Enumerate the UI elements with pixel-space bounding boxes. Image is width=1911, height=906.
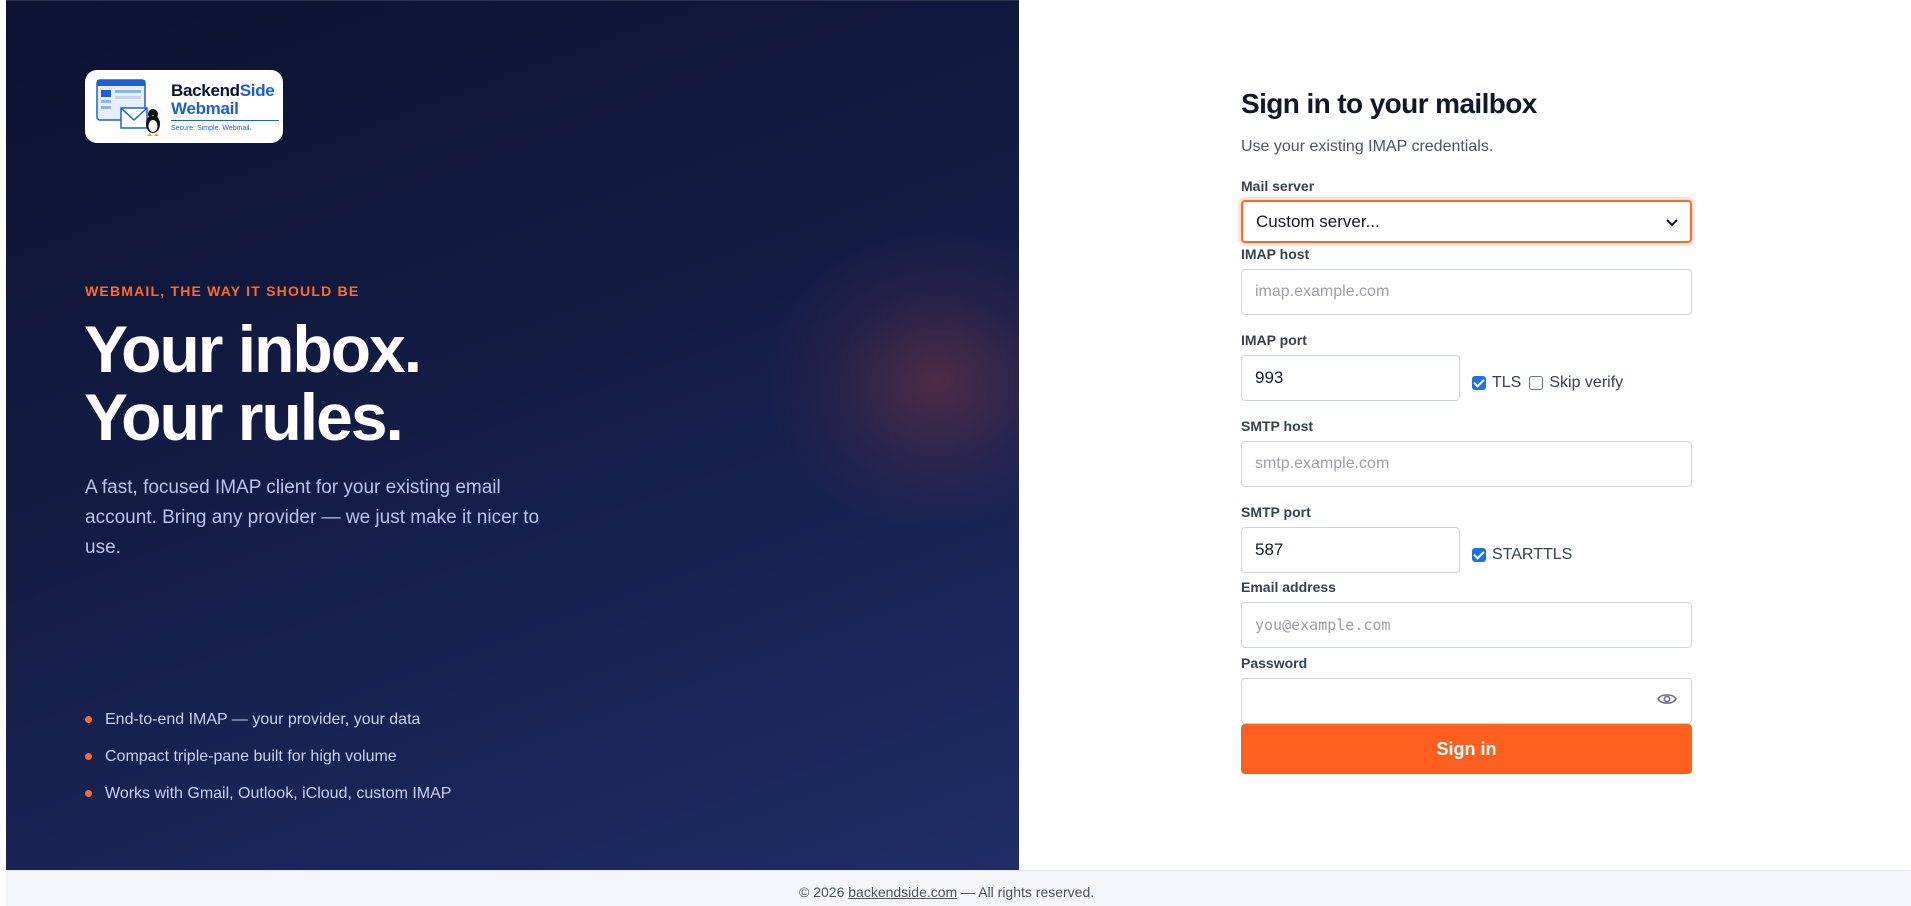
imap-port-input[interactable]: 993 xyxy=(1241,355,1460,401)
email-label: Email address xyxy=(1241,579,1336,595)
tls-label: TLS xyxy=(1492,374,1522,391)
logo-name-part1: Backend xyxy=(171,80,240,100)
tls-checkbox[interactable]: TLS xyxy=(1472,374,1521,392)
checkbox-unchecked-icon xyxy=(1529,376,1544,390)
dot-icon xyxy=(85,716,92,723)
logo-wordmark: BackendSide Webmail Secure. Simple. Webm… xyxy=(171,82,279,132)
skip-verify-checkbox[interactable]: Skip verify xyxy=(1529,374,1623,392)
feature-text: Compact triple-pane built for high volum… xyxy=(105,747,397,765)
hero-lede: A fast, focused IMAP client for your exi… xyxy=(85,477,540,558)
imap-port-label: IMAP port xyxy=(1241,332,1307,348)
feature-list: End-to-end IMAP — your provider, your da… xyxy=(85,701,451,812)
logo-tagline: Secure. Simple. Webmail. xyxy=(171,124,252,132)
dot-icon xyxy=(85,753,92,760)
footer-link[interactable]: backendside.com xyxy=(848,884,957,900)
list-item: Compact triple-pane built for high volum… xyxy=(85,738,451,775)
smtp-host-label: SMTP host xyxy=(1241,418,1314,434)
checkbox-checked-icon xyxy=(1472,548,1486,562)
eye-icon[interactable] xyxy=(1657,692,1677,711)
feature-text: Works with Gmail, Outlook, iCloud, custo… xyxy=(105,784,452,802)
sign-in-button[interactable]: Sign in xyxy=(1241,724,1692,774)
starttls-label: STARTTLS xyxy=(1492,546,1573,563)
list-item: End-to-end IMAP — your provider, your da… xyxy=(85,701,451,738)
form-subtitle: Use your existing IMAP credentials. xyxy=(1241,138,1494,155)
skip-verify-label: Skip verify xyxy=(1549,374,1624,391)
form-title: Sign in to your mailbox xyxy=(1241,88,1537,119)
hero-headline: Your inbox. Your rules. xyxy=(84,312,422,454)
imap-host-input[interactable]: imap.example.com xyxy=(1241,269,1692,315)
checkbox-checked-icon xyxy=(1472,376,1486,390)
headline-line1: Your inbox. xyxy=(84,312,422,386)
footer-copyright: © 2026 xyxy=(799,884,849,900)
imap-host-label: IMAP host xyxy=(1241,246,1310,262)
feature-text: End-to-end IMAP — your provider, your da… xyxy=(105,710,421,728)
mail-server-label: Mail server xyxy=(1241,178,1315,194)
mail-server-select[interactable]: Custom server... xyxy=(1241,200,1692,243)
hero-glow xyxy=(766,231,1019,531)
login-page: BackendSide Webmail Secure. Simple. Webm… xyxy=(6,0,1911,870)
starttls-checkbox[interactable]: STARTTLS xyxy=(1472,546,1572,564)
signin-panel: Sign in to your mailbox Use your existin… xyxy=(1019,0,1911,870)
logo-rule xyxy=(171,119,279,121)
smtp-port-label: SMTP port xyxy=(1241,504,1311,520)
footer-rights: — All rights reserved. xyxy=(957,884,1095,900)
smtp-port-input[interactable]: 587 xyxy=(1241,527,1460,573)
list-item: Works with Gmail, Outlook, iCloud, custo… xyxy=(85,775,451,812)
password-label: Password xyxy=(1241,655,1308,671)
logo-line1: BackendSide xyxy=(171,82,279,99)
logo-line2: Webmail xyxy=(171,98,239,118)
page-footer: © 2026 backendside.com — All rights rese… xyxy=(6,870,1911,906)
dot-icon xyxy=(85,790,92,797)
hero-panel: BackendSide Webmail Secure. Simple. Webm… xyxy=(6,0,1019,870)
headline-line2: Your rules. xyxy=(84,380,404,454)
signin-form: Sign in to your mailbox Use your existin… xyxy=(1241,88,1693,774)
hero-eyebrow: WEBMAIL, THE WAY IT SHOULD BE xyxy=(85,283,360,299)
logo-name-part2: Side xyxy=(239,80,275,100)
smtp-port-row: 587 STARTTLS xyxy=(1241,527,1693,573)
mail-server-value: Custom server... xyxy=(1256,211,1380,231)
imap-port-row: 993 TLS Skip verify xyxy=(1241,355,1693,401)
password-field[interactable] xyxy=(1241,678,1692,724)
email-field[interactable]: you@example.com xyxy=(1241,602,1692,648)
brand-logo: BackendSide Webmail Secure. Simple. Webm… xyxy=(85,70,283,143)
logo-illustration-icon xyxy=(95,76,165,138)
footer-text: © 2026 backendside.com — All rights rese… xyxy=(799,884,1094,900)
chevron-down-icon xyxy=(1666,212,1678,232)
smtp-host-input[interactable]: smtp.example.com xyxy=(1241,441,1692,487)
